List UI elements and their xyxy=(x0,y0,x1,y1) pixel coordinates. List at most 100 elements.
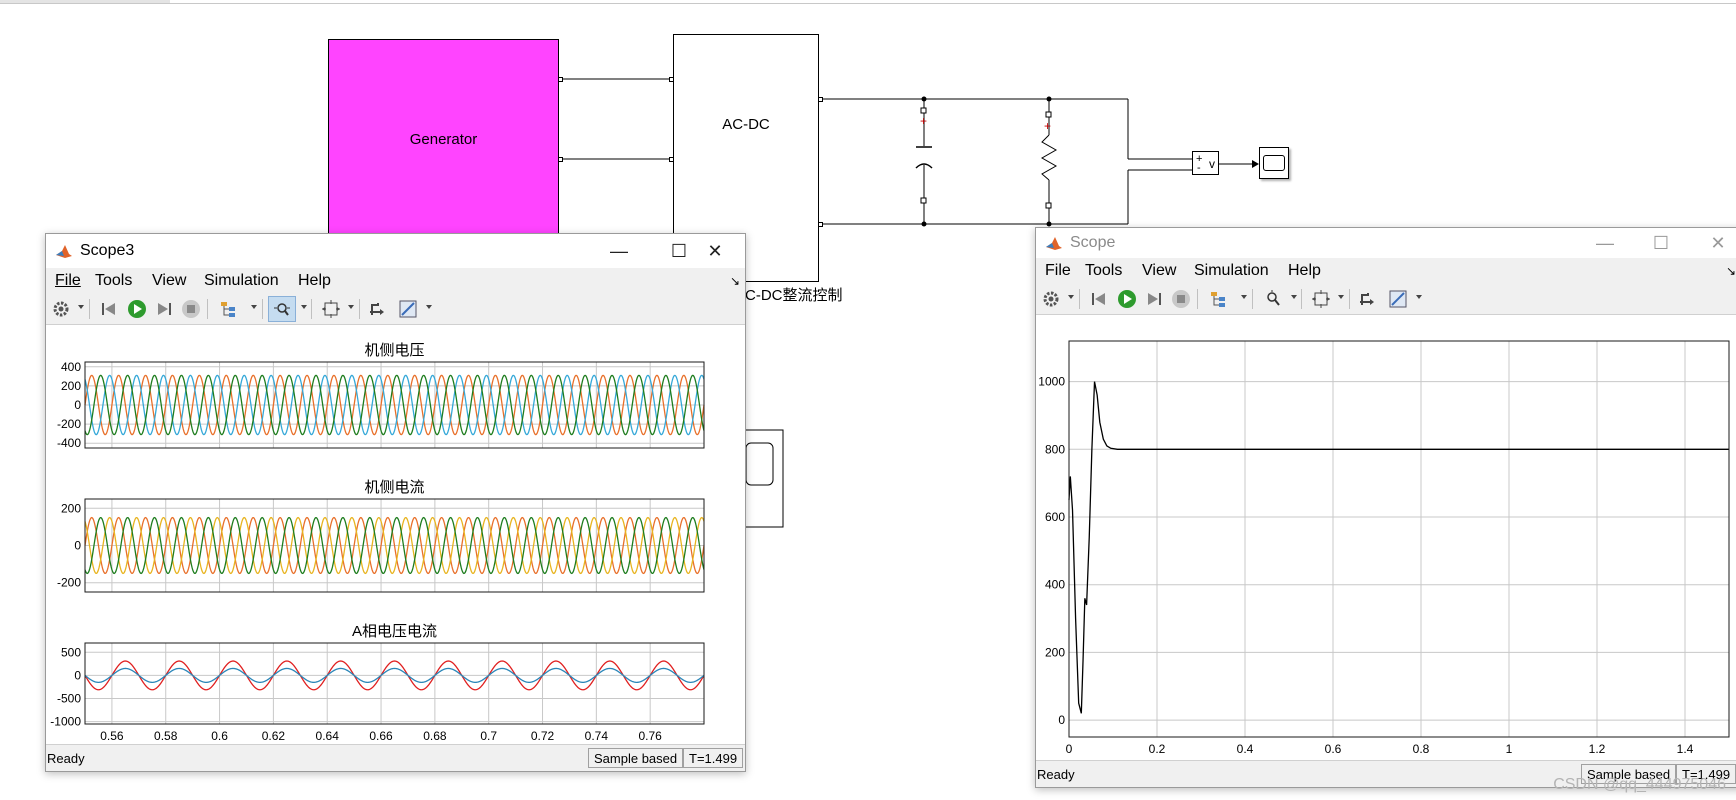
stop-icon[interactable] xyxy=(181,299,201,319)
zoom-dropdown-icon[interactable] xyxy=(301,305,307,309)
signal-dropdown-icon[interactable] xyxy=(1241,295,1247,299)
scope3-plot-area[interactable]: 机侧电压 400 200 0 -200 -400 机侧电流 200 0 -200 A相电压电流 0.5… xyxy=(46,325,745,745)
toolbar-separator xyxy=(1349,289,1350,309)
minimize-button[interactable]: — xyxy=(1582,230,1628,256)
triggers-icon[interactable] xyxy=(1358,289,1378,309)
zoom-icon[interactable] xyxy=(1263,289,1283,309)
acdc-port-out-1 xyxy=(818,97,823,102)
measurements-dropdown-icon[interactable] xyxy=(426,305,432,309)
menu-tools[interactable]: Tools xyxy=(1085,262,1122,280)
settings-dropdown-icon[interactable] xyxy=(78,305,84,309)
dock-arrow-icon[interactable]: ↘ xyxy=(730,274,740,288)
toolbar-separator xyxy=(1252,289,1253,309)
y-tick-label: 400 xyxy=(1045,578,1065,592)
scope-block-screen-icon xyxy=(1263,155,1285,171)
scope3-statusbar: Ready Sample based T=1.499 xyxy=(46,744,745,771)
triggers-icon[interactable] xyxy=(368,299,388,319)
csdn-watermark: CSDN @qq_444975046 xyxy=(1553,776,1726,793)
close-button[interactable]: ✕ xyxy=(692,238,738,264)
menu-help[interactable]: Help xyxy=(1288,262,1321,280)
time-indicator: T=1.499 xyxy=(683,748,744,768)
step-forward-icon[interactable] xyxy=(1144,289,1164,309)
generator-port-2 xyxy=(558,157,563,162)
signal-hierarchy-icon[interactable] xyxy=(1209,289,1229,309)
x-tick-label: 0 xyxy=(1066,742,1073,756)
menu-simulation[interactable]: Simulation xyxy=(1194,262,1269,280)
settings-gear-icon[interactable] xyxy=(51,299,71,319)
scope3-titlebar[interactable]: Scope3 — ☐ ✕ xyxy=(46,234,745,268)
dock-arrow-icon[interactable]: ↘ xyxy=(1726,264,1736,278)
autoscale-dropdown-icon[interactable] xyxy=(348,305,354,309)
x-tick-label: 0.66 xyxy=(369,729,393,743)
scope-plot-area[interactable]: 0 0.2 0.4 0.6 0.8 1 1.2 1.4 1000 800 600 400 200 0 xyxy=(1036,315,1736,761)
x-tick-label: 0.6 xyxy=(1325,742,1342,756)
y-tick-label: -200 xyxy=(57,417,81,431)
settings-gear-icon[interactable] xyxy=(1041,289,1061,309)
signal-dropdown-icon[interactable] xyxy=(251,305,257,309)
menu-tools[interactable]: Tools xyxy=(95,272,132,290)
generator-label: Generator xyxy=(409,130,478,148)
x-tick-label: 0.58 xyxy=(154,729,178,743)
chart-title: 机侧电压 xyxy=(364,342,424,359)
y-tick-label: 400 xyxy=(61,360,81,374)
close-icon: ✕ xyxy=(707,240,723,261)
generator-block[interactable]: Generator xyxy=(328,39,559,239)
menu-help[interactable]: Help xyxy=(298,272,331,290)
cursor-measurements-icon[interactable] xyxy=(398,299,418,319)
chart-title: 机侧电流 xyxy=(364,479,424,496)
scope-axes[interactable]: 0 0.2 0.4 0.6 0.8 1 1.2 1.4 1000 800 600 400 200 0 xyxy=(1036,315,1736,761)
plot-frame xyxy=(84,642,705,725)
sample-mode-indicator: Sample based xyxy=(588,748,684,768)
scope-block[interactable] xyxy=(1259,147,1289,179)
step-back-icon[interactable] xyxy=(99,299,119,319)
y-tick-label: 0 xyxy=(74,398,81,412)
menu-view[interactable]: View xyxy=(1142,262,1176,280)
menu-simulation[interactable]: Simulation xyxy=(204,272,279,290)
scope3-toolbar xyxy=(46,294,745,380)
plot-frame xyxy=(1068,340,1730,738)
x-tick-label: 0.7 xyxy=(480,729,497,743)
toolbar-separator xyxy=(359,299,360,319)
x-tick-label: 1.2 xyxy=(1589,742,1606,756)
step-back-icon[interactable] xyxy=(1089,289,1109,309)
x-tick-label: 1 xyxy=(1506,742,1513,756)
measurements-dropdown-icon[interactable] xyxy=(1416,295,1422,299)
zoom-dropdown-icon[interactable] xyxy=(1291,295,1297,299)
autoscale-icon[interactable] xyxy=(321,299,341,319)
menu-file[interactable]: File xyxy=(55,272,81,290)
scope-title: Scope xyxy=(1070,234,1116,251)
status-text: Ready xyxy=(47,751,85,766)
scope3-window[interactable]: Scope3 — ☐ ✕ File Tools View Simulation … xyxy=(45,233,746,772)
cursor-measurements-icon[interactable] xyxy=(1388,289,1408,309)
scope-window[interactable]: Scope — ☐ ✕ File Tools View Simulation H… xyxy=(1035,227,1736,788)
y-tick-label: 0 xyxy=(74,668,81,682)
signal-hierarchy-icon[interactable] xyxy=(219,299,239,319)
run-play-icon[interactable] xyxy=(127,299,147,319)
maximize-button[interactable]: ☐ xyxy=(1638,230,1684,256)
menu-file[interactable]: File xyxy=(1045,262,1071,280)
menu-view[interactable]: View xyxy=(152,272,186,290)
autoscale-icon[interactable] xyxy=(1311,289,1331,309)
stop-icon[interactable] xyxy=(1171,289,1191,309)
svg-text:+: + xyxy=(920,114,927,128)
step-forward-icon[interactable] xyxy=(154,299,174,319)
y-tick-label: 0 xyxy=(74,539,81,553)
zoom-x-icon xyxy=(274,303,290,316)
toolbar-separator xyxy=(1079,289,1080,309)
scope-titlebar[interactable]: Scope — ☐ ✕ xyxy=(1036,228,1736,258)
autoscale-dropdown-icon[interactable] xyxy=(1338,295,1344,299)
zoom-x-toggle-button[interactable] xyxy=(268,296,296,322)
y-tick-label: -400 xyxy=(57,436,81,450)
y-tick-label: 200 xyxy=(1045,645,1065,659)
settings-dropdown-icon[interactable] xyxy=(1068,295,1074,299)
scope-toolbar xyxy=(1036,284,1736,315)
y-tick-label: 200 xyxy=(61,379,81,393)
minimize-button[interactable]: — xyxy=(596,238,642,264)
maximize-icon: ☐ xyxy=(670,240,688,261)
chart-title: A相电压电流 xyxy=(352,623,437,640)
run-play-icon[interactable] xyxy=(1117,289,1137,309)
scope3-axes[interactable]: 机侧电压 400 200 0 -200 -400 机侧电流 200 0 -200 A相电压电流 0.5… xyxy=(46,325,745,745)
scope3-title: Scope3 xyxy=(80,242,135,259)
voltage-measurement-block[interactable]: + - v xyxy=(1192,151,1219,175)
close-button[interactable]: ✕ xyxy=(1695,230,1736,256)
